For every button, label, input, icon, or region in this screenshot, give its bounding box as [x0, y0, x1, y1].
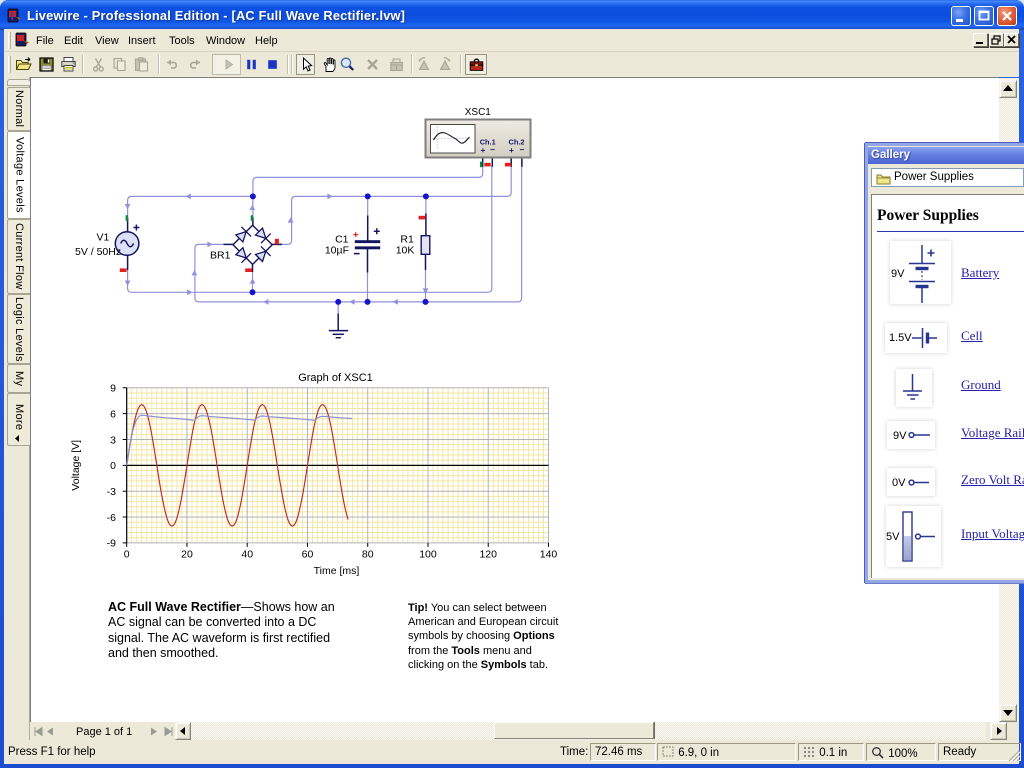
- svg-text:-6: -6: [107, 512, 116, 524]
- svg-text:20: 20: [181, 549, 193, 561]
- svg-text:10µF: 10µF: [325, 245, 349, 257]
- svg-text:10K: 10K: [396, 245, 415, 257]
- svg-text:Voltage [V]: Voltage [V]: [70, 440, 82, 491]
- svg-text:80: 80: [362, 549, 374, 561]
- svg-text:V1: V1: [97, 231, 110, 243]
- svg-text:100: 100: [419, 549, 437, 561]
- svg-text:Graph of XSC1: Graph of XSC1: [298, 372, 373, 384]
- svg-text:Time [ms]: Time [ms]: [314, 565, 360, 577]
- svg-text:5V / 50Hz: 5V / 50Hz: [75, 246, 121, 258]
- svg-text:60: 60: [302, 549, 314, 561]
- svg-text:140: 140: [540, 549, 558, 561]
- svg-text:0: 0: [110, 460, 116, 472]
- svg-text:-3: -3: [107, 486, 116, 498]
- svg-text:XSC1: XSC1: [465, 107, 492, 118]
- svg-text:6: 6: [110, 408, 116, 420]
- svg-text:+: +: [480, 145, 485, 155]
- svg-text:BR1: BR1: [210, 249, 231, 261]
- svg-text:−: −: [490, 144, 495, 154]
- svg-text:120: 120: [479, 549, 497, 561]
- svg-text:−: −: [519, 144, 524, 154]
- svg-text:40: 40: [241, 549, 253, 561]
- svg-text:0: 0: [124, 549, 130, 561]
- svg-text:9: 9: [110, 383, 116, 395]
- svg-text:-9: -9: [107, 538, 116, 550]
- svg-text:3: 3: [110, 434, 116, 446]
- svg-text:+: +: [509, 145, 514, 155]
